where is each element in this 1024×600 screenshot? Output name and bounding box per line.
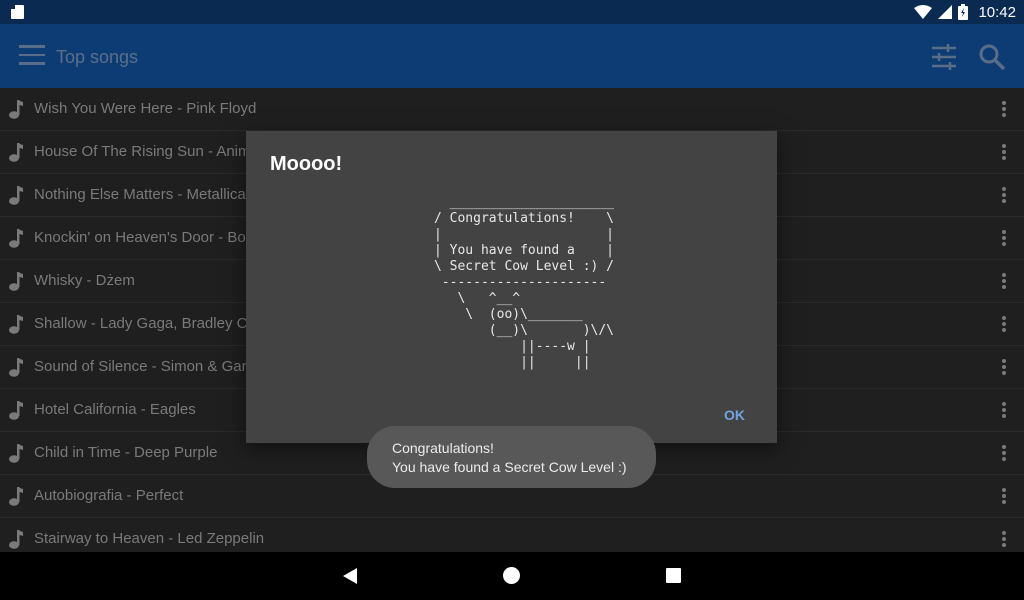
music-note-icon: [9, 444, 23, 463]
wifi-icon: [914, 5, 933, 19]
equalizer-filter-icon[interactable]: [930, 43, 958, 71]
sd-card-icon: [11, 5, 24, 19]
music-note-icon: [9, 272, 23, 291]
music-note-icon: [9, 530, 23, 549]
music-note-icon: [9, 315, 23, 334]
status-icons: 10:42: [914, 0, 1016, 24]
more-options-icon[interactable]: [996, 529, 1012, 551]
app-bar: Top songs: [0, 24, 1024, 88]
music-note-icon: [9, 143, 23, 162]
music-note-icon: [9, 358, 23, 377]
music-note-icon: [9, 100, 23, 119]
song-title: Nothing Else Matters - Metallica: [34, 186, 246, 203]
battery-icon: [958, 4, 969, 20]
easter-egg-dialog: Moooo! _____________________ / Congratul…: [246, 131, 777, 443]
home-icon[interactable]: [503, 567, 520, 584]
more-options-icon[interactable]: [996, 142, 1012, 164]
more-options-icon[interactable]: [996, 357, 1012, 379]
dialog-title: Moooo!: [270, 153, 343, 175]
song-title: House Of The Rising Sun - Animals: [34, 143, 270, 160]
more-options-icon[interactable]: [996, 99, 1012, 121]
music-note-icon: [9, 401, 23, 420]
song-title: Hotel California - Eagles: [34, 401, 196, 418]
cowsay-art: _____________________ / Congratulations!…: [434, 195, 615, 370]
search-icon[interactable]: [978, 43, 1006, 71]
music-note-icon: [9, 229, 23, 248]
more-options-icon[interactable]: [996, 228, 1012, 250]
song-title: Wish You Were Here - Pink Floyd: [34, 100, 257, 117]
toast-message: Congratulations! You have found a Secret…: [367, 426, 656, 488]
music-note-icon: [9, 186, 23, 205]
hamburger-menu-icon[interactable]: [19, 45, 45, 67]
more-options-icon[interactable]: [996, 271, 1012, 293]
song-title: Autobiografia - Perfect: [34, 487, 184, 504]
more-options-icon[interactable]: [996, 185, 1012, 207]
more-options-icon[interactable]: [996, 443, 1012, 465]
more-options-icon[interactable]: [996, 314, 1012, 336]
song-row[interactable]: Wish You Were Here - Pink Floyd: [0, 88, 1024, 131]
ok-button[interactable]: OK: [724, 407, 745, 423]
recent-apps-icon[interactable]: [666, 568, 681, 583]
more-options-icon[interactable]: [996, 486, 1012, 508]
page-title: Top songs: [56, 47, 139, 67]
system-nav-bar: [0, 552, 1024, 600]
cell-signal-icon: [938, 5, 953, 19]
back-icon[interactable]: [342, 568, 358, 584]
more-options-icon[interactable]: [996, 400, 1012, 422]
song-title: Whisky - Dżem: [34, 272, 135, 289]
music-note-icon: [9, 487, 23, 506]
song-row[interactable]: Stairway to Heaven - Led Zeppelin: [0, 518, 1024, 552]
clock: 10:42: [978, 3, 1016, 21]
toast-line-2: You have found a Secret Cow Level :): [392, 459, 627, 475]
song-title: Child in Time - Deep Purple: [34, 444, 218, 461]
song-title: Stairway to Heaven - Led Zeppelin: [34, 530, 265, 547]
toast-line-1: Congratulations!: [392, 440, 494, 456]
status-bar: 10:42: [0, 0, 1024, 24]
